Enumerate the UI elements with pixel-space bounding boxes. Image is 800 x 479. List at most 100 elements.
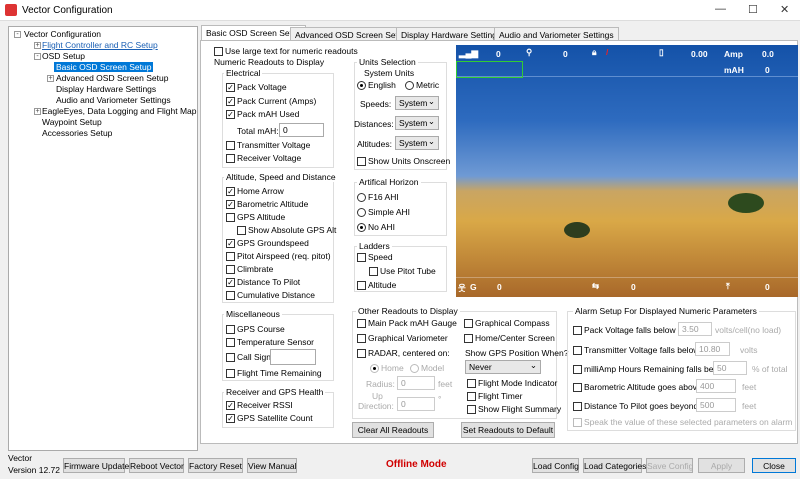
maximize-icon[interactable]: ☐ xyxy=(748,3,758,16)
pitot-airspeed-checkbox[interactable]: Pitot Airspeed (req. pitot) xyxy=(226,251,331,261)
close-button[interactable]: Close xyxy=(752,458,796,473)
load-categories-button[interactable]: Load Categories xyxy=(583,458,646,473)
radio-label: Metric xyxy=(416,80,440,90)
gps-altitude-checkbox[interactable]: GPS Altitude xyxy=(226,212,285,222)
group-title: Receiver and GPS Health xyxy=(224,387,326,397)
expand-icon[interactable]: + xyxy=(34,42,41,49)
barometric-altitude-alarm-spinner[interactable]: 400 xyxy=(696,379,736,393)
tree-item-basic-osd[interactable]: Basic OSD Screen Setup xyxy=(54,62,154,72)
expand-icon[interactable]: + xyxy=(34,108,41,115)
tree-item-advanced-osd[interactable]: Advanced OSD Screen Setup xyxy=(56,73,168,83)
save-config-button[interactable]: Save Config xyxy=(646,458,693,473)
home-center-checkbox[interactable]: Home/Center Screen xyxy=(464,333,555,343)
receiver-voltage-checkbox[interactable]: Receiver Voltage xyxy=(226,153,301,163)
radar-checkbox[interactable]: RADAR, centered on: xyxy=(357,348,450,358)
transmitter-voltage-alarm-checkbox[interactable]: Transmitter Voltage falls below xyxy=(573,345,699,355)
radar-model-radio[interactable]: Model xyxy=(410,363,444,373)
cumulative-distance-checkbox[interactable]: Cumulative Distance xyxy=(226,290,315,300)
absolute-gps-alt-checkbox[interactable]: Show Absolute GPS Alt xyxy=(237,225,336,235)
receiver-rssi-checkbox[interactable]: ✓ Receiver RSSI xyxy=(226,400,293,410)
barometric-altitude-checkbox[interactable]: ✓ Barometric Altitude xyxy=(226,199,308,209)
transmitter-voltage-alarm-spinner[interactable]: 10.80 xyxy=(695,342,730,356)
distance-to-pilot-checkbox[interactable]: ✓ Distance To Pilot xyxy=(226,277,300,287)
altitude-ladder-checkbox[interactable]: Altitude xyxy=(357,280,396,290)
direction-spinner[interactable]: 0 xyxy=(397,397,435,411)
flight-timer-checkbox[interactable]: Flight Timer xyxy=(467,391,522,401)
pack-voltage-alarm-spinner[interactable]: 3.50 xyxy=(678,322,712,336)
collapse-icon[interactable]: - xyxy=(34,53,41,60)
main-pack-gauge-checkbox[interactable]: Main Pack mAH Gauge xyxy=(357,318,457,328)
tree-item-vector-configuration[interactable]: Vector Configuration xyxy=(24,29,101,39)
total-mah-spinner[interactable]: 0 xyxy=(279,123,324,137)
show-units-checkbox[interactable]: Show Units Onscreen xyxy=(357,156,450,166)
flight-mode-checkbox[interactable]: Flight Mode Indicator xyxy=(467,378,557,388)
set-readouts-default-button[interactable]: Set Readouts to Default xyxy=(461,422,555,438)
english-radio[interactable]: English xyxy=(357,80,396,90)
pitot-tube-checkbox[interactable]: Use Pitot Tube xyxy=(369,266,436,276)
graphical-variometer-checkbox[interactable]: Graphical Variometer xyxy=(357,333,448,343)
large-text-checkbox[interactable]: Use large text for numeric readouts xyxy=(214,46,358,56)
minimize-icon[interactable]: — xyxy=(715,3,726,15)
tree-item-display-hardware[interactable]: Display Hardware Settings xyxy=(56,84,156,94)
tree-item-accessories[interactable]: Accessories Setup xyxy=(42,128,112,138)
flight-time-remaining-checkbox[interactable]: Flight Time Remaining xyxy=(226,368,322,378)
checkbox-label: GPS Course xyxy=(237,324,285,334)
checkbox-icon xyxy=(226,153,235,163)
pack-voltage-alarm-checkbox[interactable]: Pack Voltage falls below xyxy=(573,325,676,335)
tree-item-osd-setup[interactable]: OSD Setup xyxy=(42,51,85,61)
gps-satellite-checkbox[interactable]: ✓ GPS Satellite Count xyxy=(226,413,313,423)
no-ahi-radio[interactable]: No AHI xyxy=(357,222,395,232)
pack-voltage-checkbox[interactable]: ✓ Pack Voltage xyxy=(226,82,287,92)
load-config-button[interactable]: Load Config xyxy=(532,458,579,473)
pack-mah-checkbox[interactable]: ✓ Pack mAH Used xyxy=(226,109,299,119)
apply-button[interactable]: Apply xyxy=(698,458,745,473)
tree-item-eagleeyes[interactable]: EagleEyes, Data Logging and Flight Map xyxy=(42,106,197,116)
transmitter-voltage-checkbox[interactable]: Transmitter Voltage xyxy=(226,140,310,150)
speeds-label: Speeds: xyxy=(360,99,392,109)
radius-spinner[interactable]: 0 xyxy=(397,376,435,390)
tree-item-audio-variometer[interactable]: Audio and Variometer Settings xyxy=(56,95,171,105)
osd-bottom-bar xyxy=(456,277,798,297)
call-sign-checkbox[interactable]: Call Sign xyxy=(226,352,271,362)
gps-groundspeed-checkbox[interactable]: ✓ GPS Groundspeed xyxy=(226,238,309,248)
temperature-checkbox[interactable]: Temperature Sensor xyxy=(226,337,314,347)
gps-position-select[interactable]: Never xyxy=(465,360,541,374)
f16-ahi-radio[interactable]: F16 AHI xyxy=(357,192,399,202)
barometric-altitude-alarm-checkbox[interactable]: Barometric Altitude goes above xyxy=(573,382,702,392)
pack-current-checkbox[interactable]: ✓ Pack Current (Amps) xyxy=(226,96,316,106)
mah-remaining-alarm-checkbox[interactable]: milliAmp Hours Remaining falls below xyxy=(573,364,726,374)
graphical-compass-checkbox[interactable]: Graphical Compass xyxy=(464,318,550,328)
speak-alarm-checkbox[interactable]: Speak the value of these selected parame… xyxy=(573,417,792,427)
distance-pilot-alarm-spinner[interactable]: 500 xyxy=(696,398,736,412)
collapse-icon[interactable]: - xyxy=(14,31,21,38)
simple-ahi-radio[interactable]: Simple AHI xyxy=(357,207,410,217)
group-title: Units Selection xyxy=(357,57,418,67)
tree-item-waypoint[interactable]: Waypoint Setup xyxy=(42,117,102,127)
altitudes-select[interactable]: System xyxy=(395,136,439,150)
tab-advanced-osd[interactable]: Advanced OSD Screen Setup xyxy=(290,27,413,41)
tab-audio-variometer[interactable]: Audio and Variometer Settings xyxy=(494,27,619,41)
radar-home-radio[interactable]: Home xyxy=(370,363,404,373)
tree-item-flight-controller[interactable]: Flight Controller and RC Setup xyxy=(42,40,158,50)
clear-all-readouts-button[interactable]: Clear All Readouts xyxy=(352,422,434,438)
expand-icon[interactable]: + xyxy=(47,75,54,82)
close-icon[interactable]: ✕ xyxy=(780,3,789,16)
gps-course-checkbox[interactable]: GPS Course xyxy=(226,324,285,334)
speeds-select[interactable]: System xyxy=(395,96,439,110)
home-arrow-checkbox[interactable]: ✓ Home Arrow xyxy=(226,186,284,196)
flight-summary-checkbox[interactable]: Show Flight Summary xyxy=(467,404,561,414)
view-manual-button[interactable]: View Manual xyxy=(247,458,297,473)
reboot-vector-button[interactable]: Reboot Vector xyxy=(129,458,184,473)
firmware-update-button[interactable]: Firmware Update xyxy=(63,458,129,473)
distances-select[interactable]: System xyxy=(395,116,439,130)
alarm-unit: volts xyxy=(740,345,758,355)
tab-display-hardware[interactable]: Display Hardware Settings xyxy=(396,27,507,41)
mah-remaining-alarm-spinner[interactable]: 50 xyxy=(713,361,747,375)
distance-pilot-alarm-checkbox[interactable]: Distance To Pilot goes beyond xyxy=(573,401,698,411)
speed-ladder-checkbox[interactable]: Speed xyxy=(357,252,393,262)
metric-radio[interactable]: Metric xyxy=(405,80,439,90)
factory-reset-button[interactable]: Factory Reset xyxy=(188,458,243,473)
call-sign-input[interactable] xyxy=(270,349,316,365)
climbrate-checkbox[interactable]: Climbrate xyxy=(226,264,273,274)
direction-label: Direction: xyxy=(358,401,394,411)
